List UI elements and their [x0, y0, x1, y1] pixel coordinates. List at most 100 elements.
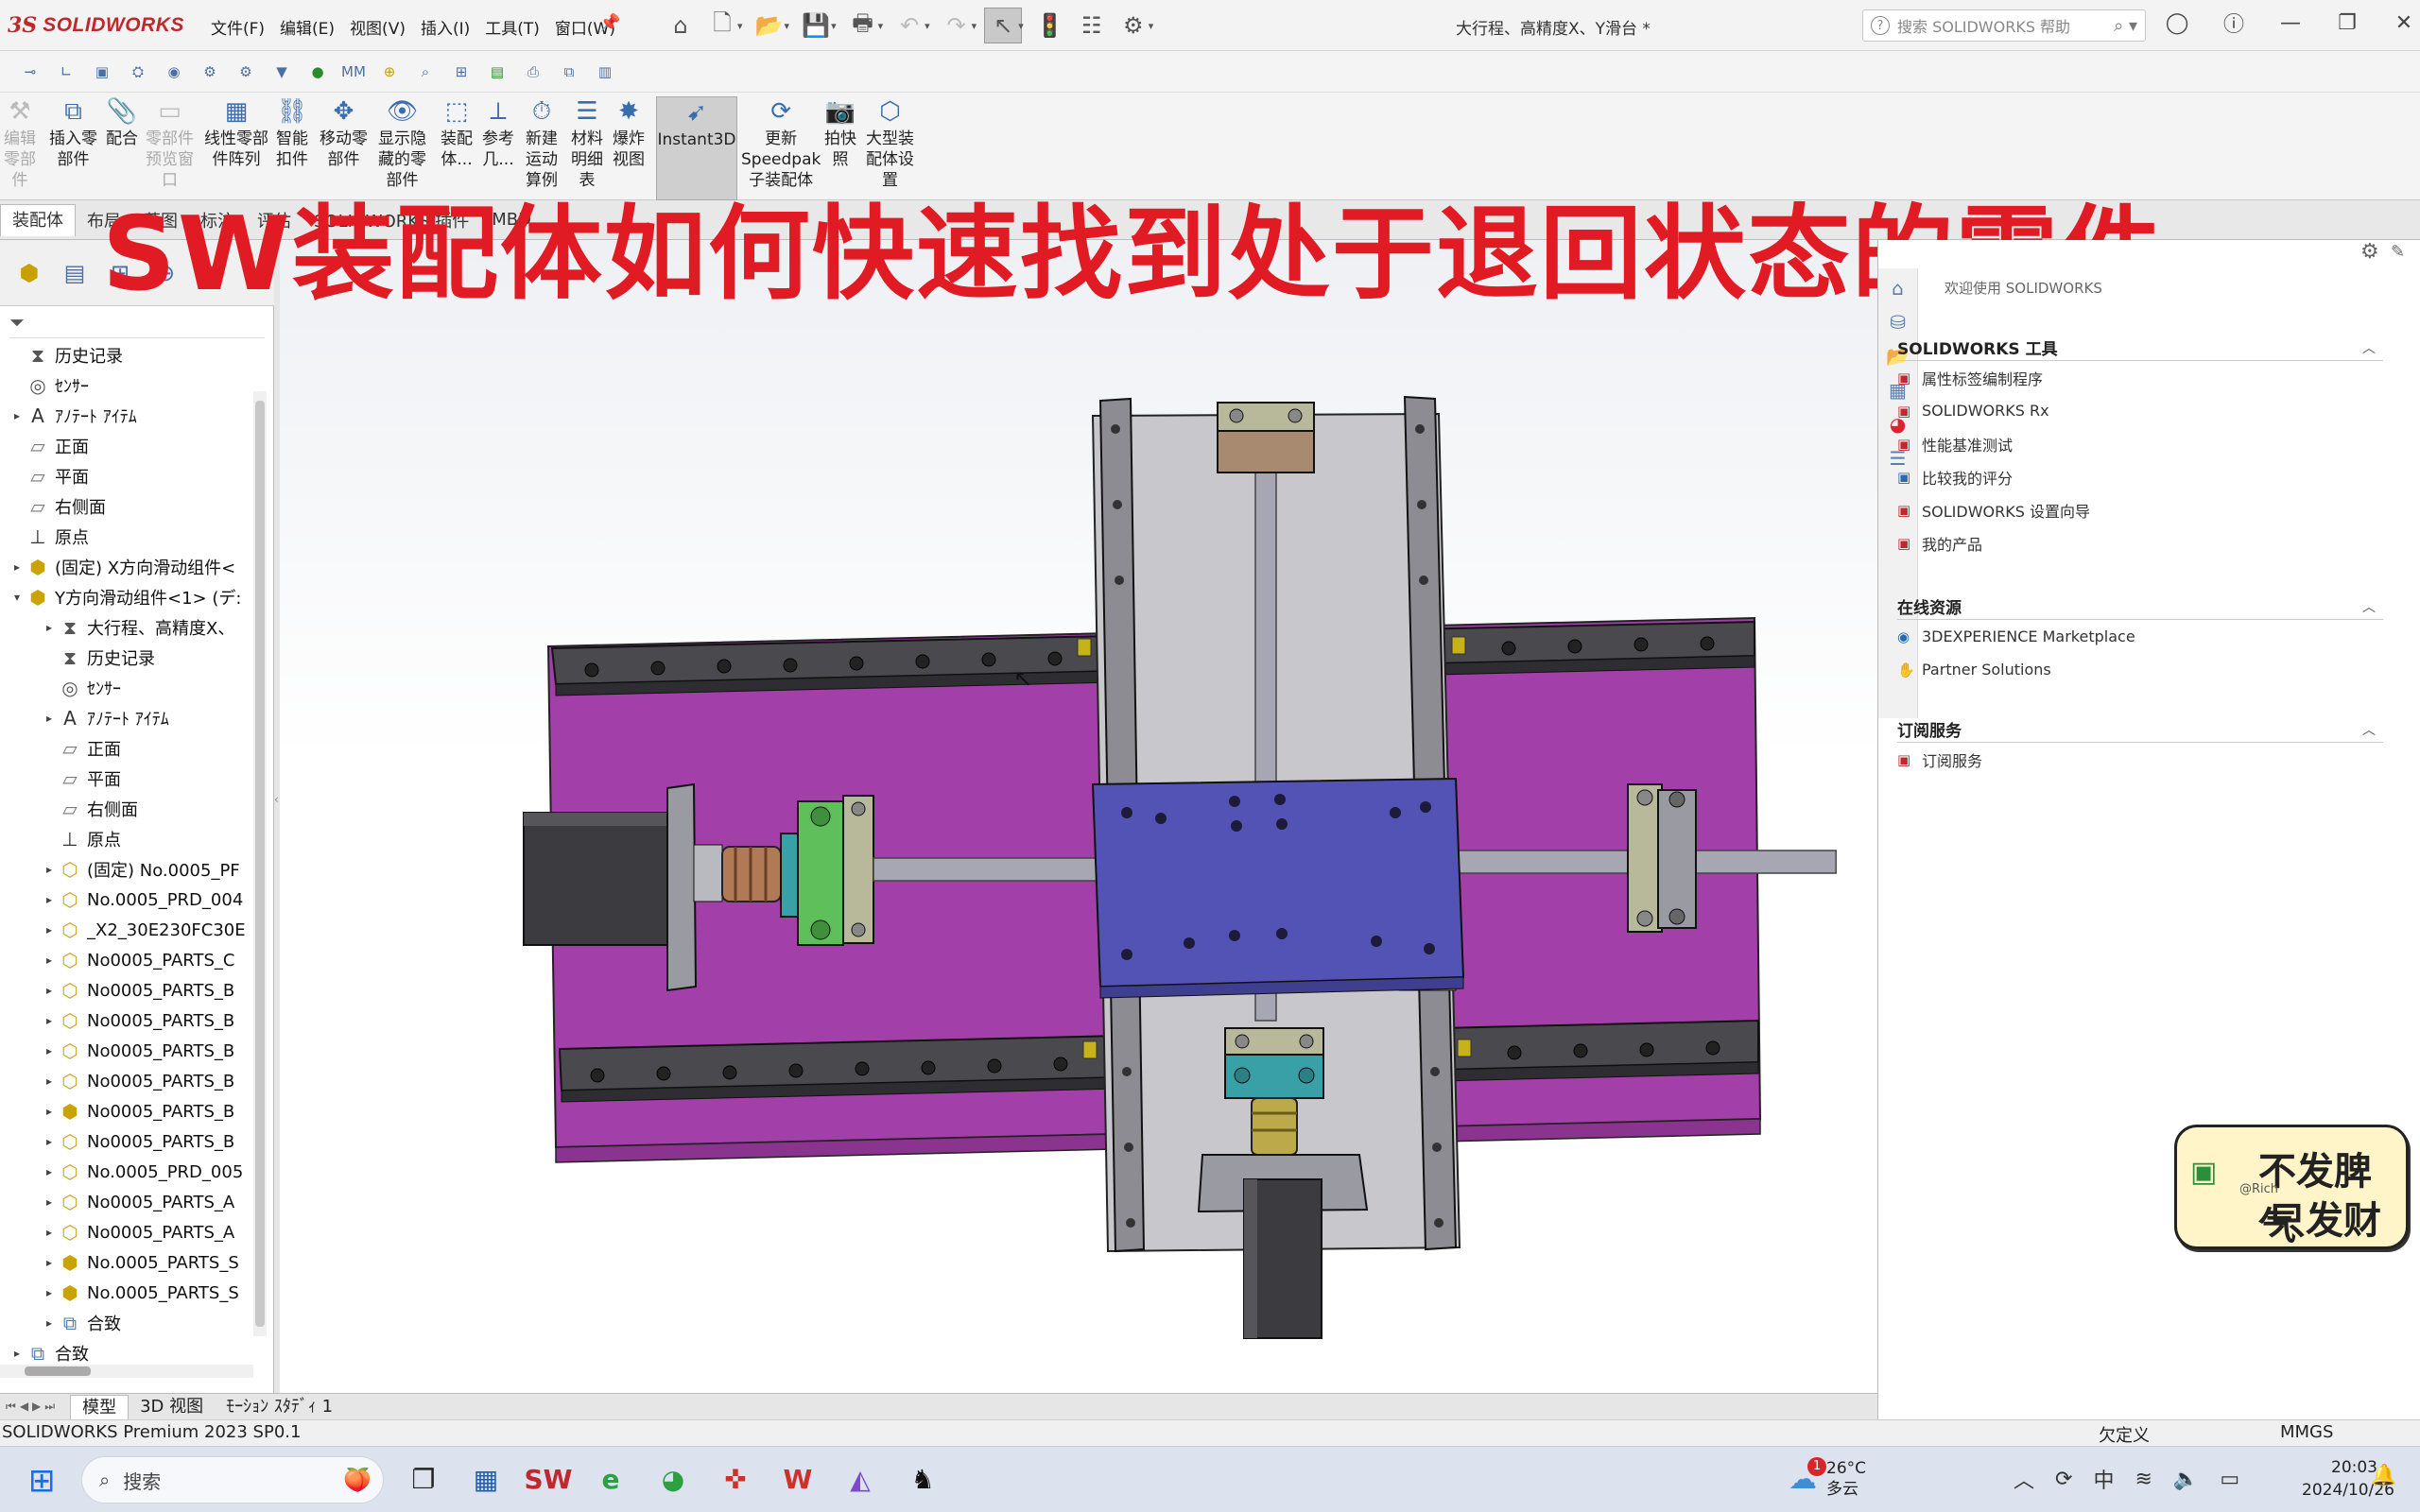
tree-node[interactable]: ▸ ⬢ No.0005_PARTS_S [42, 1247, 239, 1278]
reference-geometry-button[interactable]: ⟂ 参考 几... [482, 96, 514, 170]
tree-node[interactable]: ▸ ⬢ (固定) X方向滑动组件< [9, 552, 235, 582]
filter-funnel-icon[interactable]: ⏷ [9, 311, 25, 334]
tree-node[interactable]: ▸ A ｱﾉﾃｰﾄ ｱｲﾃﾑ [42, 703, 169, 733]
edit-component-button[interactable]: ⚒ 编辑 零部 件 [4, 96, 36, 191]
chevron-down-icon[interactable]: ▾ [1149, 20, 1154, 32]
menu-insert[interactable]: 插入(I) [413, 13, 477, 41]
volume-icon[interactable]: 🔈 [2173, 1468, 2199, 1491]
taskbar-search-input[interactable]: 搜索 [123, 1467, 161, 1494]
prev-tab-icon[interactable]: ◀ [20, 1400, 28, 1414]
tree-node[interactable]: ▾ ⬢ Y方向滑动组件<1> (デ: [9, 582, 241, 612]
expand-toggle-icon[interactable]: ▸ [42, 1074, 57, 1088]
exploded-view-button[interactable]: ✸ 爆炸 视图 [613, 96, 645, 170]
property-manager-tab-icon[interactable]: ▤ [57, 255, 93, 291]
tab-motion-study[interactable]: ﾓｰｼｮﾝ ｽﾀﾃﾞｨ 1 [215, 1395, 344, 1419]
tool-icon[interactable]: ⊕ [376, 59, 403, 85]
menu-view[interactable]: 视图(V) [342, 13, 413, 41]
tree-node[interactable]: ▸ ⬡ No.0005_PRD_004 [42, 885, 243, 915]
tool-icon[interactable]: ⚙ [197, 59, 223, 85]
menu-tools[interactable]: 工具(T) [477, 13, 547, 41]
chevron-down-icon[interactable]: ▾ [831, 20, 837, 32]
chevron-down-icon[interactable]: ▾ [785, 20, 790, 32]
tree-node[interactable]: ▸ A ｱﾉﾃｰﾄ ｱｲﾃﾑ [9, 401, 137, 431]
options-gear-icon[interactable]: ⚙ [1115, 8, 1152, 43]
expand-toggle-icon[interactable]: ▸ [42, 984, 57, 997]
graphics-viewport[interactable]: ↖ [280, 240, 1877, 1395]
tree-node[interactable]: ⊥ 原点 [42, 824, 121, 854]
x-axis-lead-screw-right[interactable] [1398, 850, 1837, 874]
tree-node[interactable]: ▱ 平面 [42, 764, 121, 794]
wifi-icon[interactable]: ≋ [2135, 1468, 2152, 1491]
app-red-icon[interactable]: ✜ [717, 1458, 754, 1500]
expand-toggle-icon[interactable]: ▸ [42, 1226, 57, 1239]
wps-icon[interactable]: W [779, 1458, 817, 1500]
y-axis-carriage-plate[interactable] [1091, 777, 1465, 999]
weather-widget[interactable]: ☁ 1 26°C 多云 [1789, 1456, 1866, 1500]
sync-icon[interactable]: ⟳ [2055, 1468, 2072, 1491]
y-axis-top-support[interactable] [1217, 402, 1315, 473]
collapse-chevron-icon[interactable]: ︿ [2362, 338, 2376, 357]
expand-toggle-icon[interactable]: ▸ [42, 1195, 57, 1209]
tool-icon[interactable]: ● [304, 59, 331, 85]
help-search-input[interactable]: 搜索 SOLIDWORKS 帮助 [1897, 14, 2070, 37]
tree-node[interactable]: ⊥ 原点 [9, 522, 89, 552]
user-account-icon[interactable]: ◯ [2155, 11, 2199, 35]
tree-node[interactable]: ▸ ⬡ No0005_PARTS_C [42, 945, 235, 975]
link-3dexperience-marketplace[interactable]: ◉ 3DEXPERIENCE Marketplace [1897, 620, 2383, 653]
home-icon[interactable]: ⌂ [662, 8, 700, 43]
minimize-button[interactable]: — [2269, 11, 2312, 35]
help-search-box[interactable]: ? 搜索 SOLIDWORKS 帮助 ⌕ ▾ [1862, 9, 2146, 42]
tree-node[interactable]: ◎ ｾﾝｻｰ [9, 370, 89, 401]
expand-toggle-icon[interactable]: ▸ [42, 863, 57, 876]
tab-assembly[interactable]: 装配体 [0, 203, 76, 236]
tool-icon[interactable]: ⌕ [412, 59, 439, 85]
section-header[interactable]: 订阅服务 ︿ [1897, 716, 2383, 743]
expand-toggle-icon[interactable]: ▾ [9, 591, 25, 604]
bom-button[interactable]: ☰ 材料 明细 表 [571, 96, 603, 191]
tool-icon[interactable]: ⚙ [233, 59, 259, 85]
smart-fastener-button[interactable]: ⛓ 智能 扣件 [276, 96, 308, 170]
search-icon[interactable]: ⌕ ▾ [2114, 16, 2137, 36]
new-document-icon[interactable]: 🗋 [703, 8, 741, 43]
tree-node[interactable]: ▱ 正面 [9, 431, 89, 461]
link-subscription-services[interactable]: ▣ 订阅服务 [1897, 743, 2383, 776]
close-button[interactable]: ✕ [2382, 11, 2420, 35]
tool-icon[interactable]: ◉ [161, 59, 187, 85]
tree-node[interactable]: ▸ ⬢ No0005_PARTS_B [42, 1096, 234, 1126]
tool-icon[interactable]: ⊞ [448, 59, 475, 85]
tool-icon[interactable]: ▥ [592, 59, 618, 85]
tree-node[interactable]: ▸ ⬢ No.0005_PARTS_S [42, 1278, 239, 1308]
tree-horizontal-scrollbar[interactable] [0, 1365, 253, 1378]
tree-node[interactable]: ▸ ⬡ No0005_PARTS_B [42, 975, 234, 1005]
chevron-down-icon[interactable]: ▾ [737, 20, 743, 32]
link-property-tab-builder[interactable]: ▣ 属性标签编制程序 [1897, 361, 2383, 394]
last-tab-icon[interactable]: ⏭ [44, 1400, 55, 1414]
tree-node[interactable]: ▸ ⬡ No0005_PARTS_B [42, 1005, 234, 1036]
unit-system[interactable]: MMGS [2280, 1422, 2333, 1442]
undo-icon[interactable]: ↶ [890, 8, 928, 43]
show-hidden-button[interactable]: 👁 显示隐 藏的零 部件 [378, 96, 426, 191]
expand-toggle-icon[interactable]: ▸ [42, 1286, 57, 1299]
chevron-down-icon[interactable]: ▾ [925, 20, 930, 32]
x-axis-coupling[interactable] [721, 846, 782, 902]
next-tab-icon[interactable]: ▶ [32, 1400, 41, 1414]
taskbar-search[interactable]: ⌕ 搜索 🍑 [81, 1456, 384, 1503]
expand-toggle-icon[interactable]: ▸ [9, 409, 25, 422]
collapse-chevron-icon[interactable]: ︿ [2362, 720, 2376, 739]
expand-toggle-icon[interactable]: ▸ [42, 1135, 57, 1148]
instant3d-button[interactable]: ➹ Instant3D [656, 96, 737, 200]
tool-icon[interactable]: ⎙ [520, 59, 546, 85]
wechat-icon[interactable]: ◕ [654, 1458, 692, 1500]
tool-icon[interactable]: ⊸ [17, 59, 43, 85]
tree-node[interactable]: ◎ ｾﾝｻｰ [42, 673, 121, 703]
tree-node[interactable]: ▱ 平面 [9, 461, 89, 491]
first-tab-icon[interactable]: ⏮ [6, 1400, 16, 1414]
link-partner-solutions[interactable]: ✋ Partner Solutions [1897, 653, 2383, 686]
feature-tree-tab-icon[interactable]: ⬢ [11, 255, 47, 291]
tool-icon[interactable]: ▣ [89, 59, 115, 85]
menu-file[interactable]: 文件(F) [203, 13, 272, 41]
task-pane-pin-icon[interactable]: ✎ [2391, 242, 2405, 262]
new-motion-study-button[interactable]: ⏱ 新建 运动 算例 [526, 96, 558, 191]
tree-node[interactable]: ▸ ⧉ 合致 [42, 1308, 121, 1338]
section-header[interactable]: SOLIDWORKS 工具 ︿ [1897, 335, 2383, 361]
